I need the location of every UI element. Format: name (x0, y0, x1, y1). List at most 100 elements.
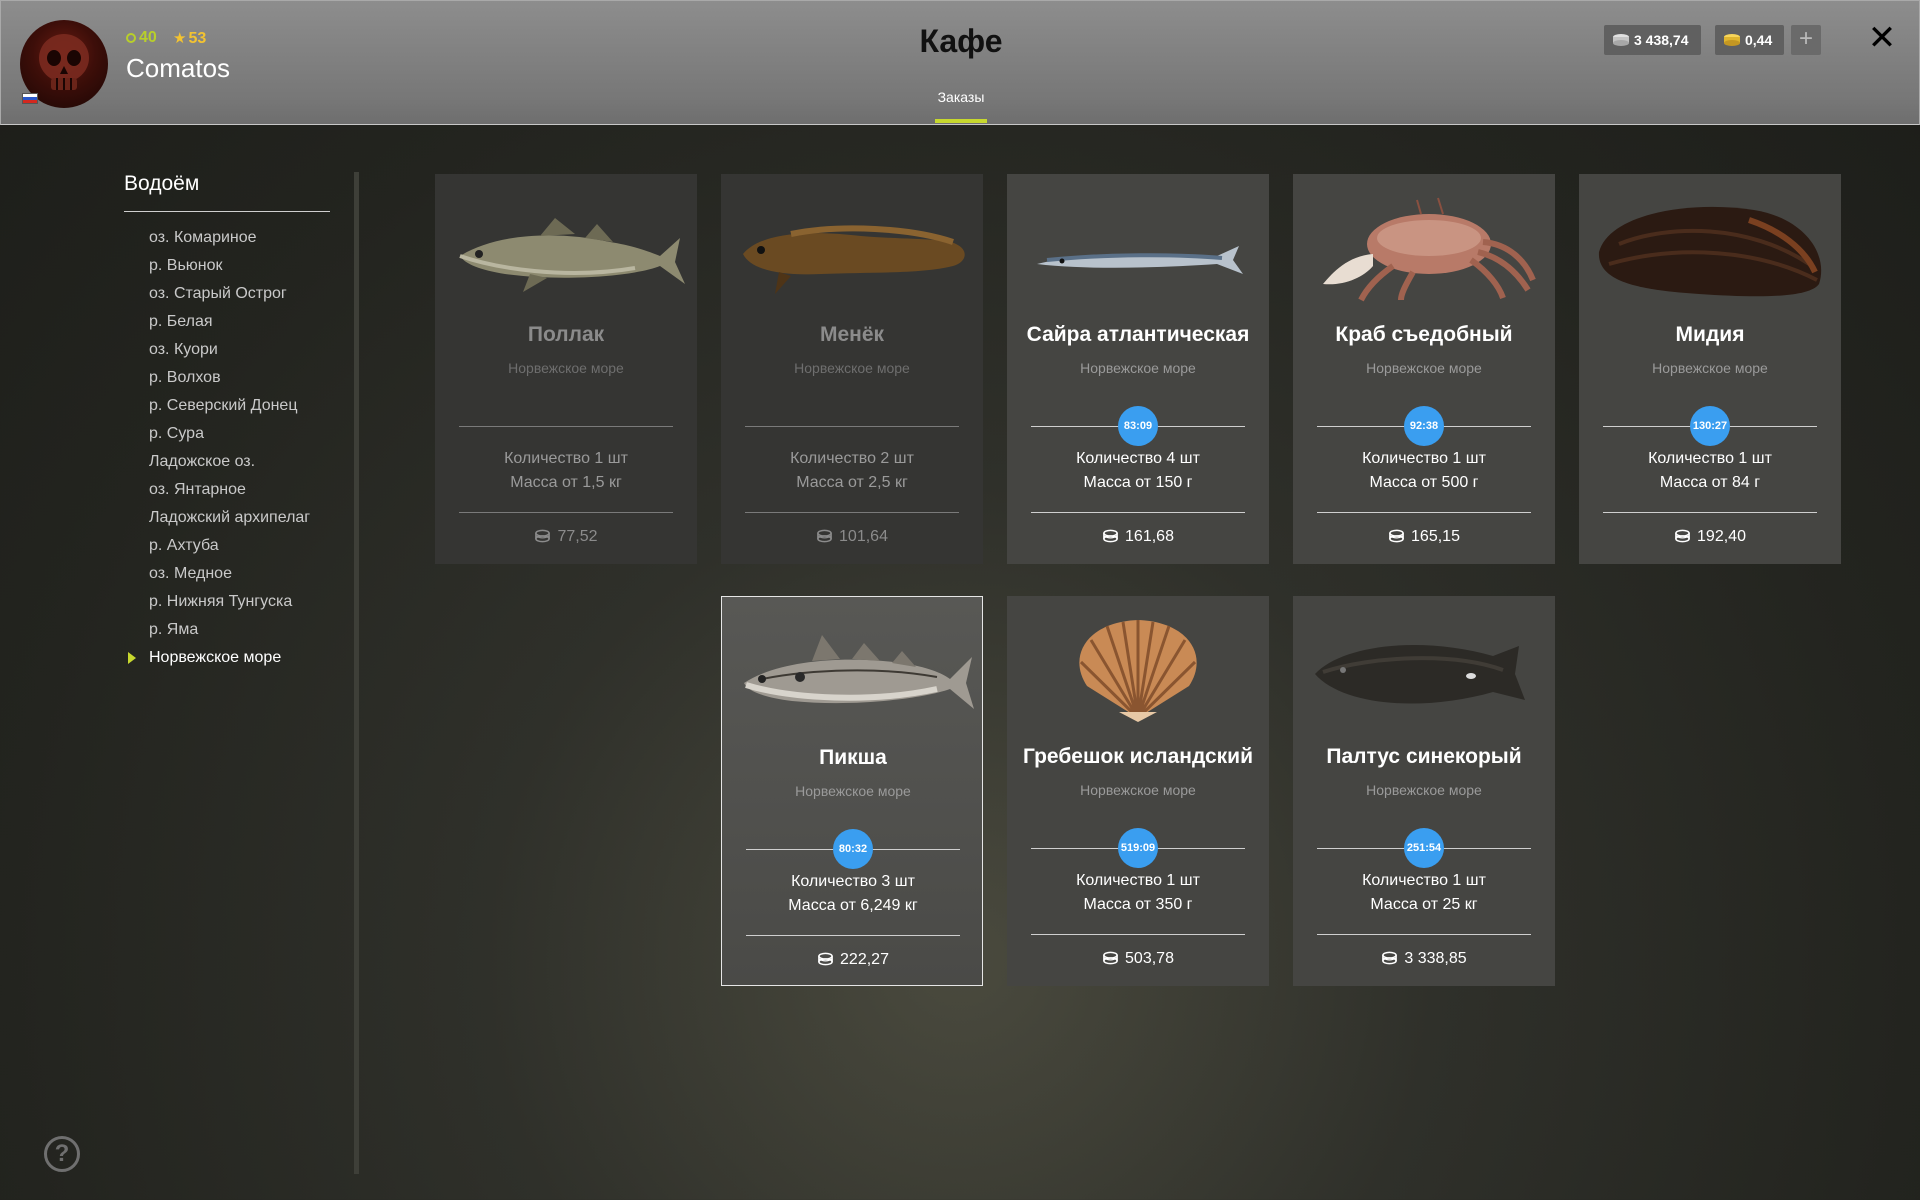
pollock-icon (435, 194, 697, 304)
card-divider-top (459, 426, 673, 427)
crab-icon (1293, 194, 1555, 304)
order-reward: 3 338,85 (1293, 950, 1555, 968)
card-divider-bottom (745, 512, 959, 513)
order-title: Пикша (819, 746, 887, 769)
order-card[interactable]: Краб съедобный Норвежское море 92:38 Количе… (1293, 174, 1555, 564)
close-button[interactable]: ✕ (1865, 21, 1899, 55)
sidebar-item-label: р. Белая (149, 313, 213, 330)
halibut-icon (1293, 616, 1555, 726)
order-card[interactable]: Сайра атлантическая Норвежское море 83:09 К… (1007, 174, 1269, 564)
sidebar-item[interactable]: р. Белая (124, 310, 334, 338)
tab-active-indicator (935, 119, 987, 123)
order-title: Палтус синекорый (1326, 745, 1522, 768)
order-card[interactable]: Палтус синекорый Норвежское море 251:54 Кол… (1293, 596, 1555, 986)
coin-icon (535, 529, 551, 543)
sidebar-item-label: оз. Комариное (149, 229, 257, 246)
order-reward: 101,64 (721, 528, 983, 546)
order-quantity: Количество 1 шт (1076, 872, 1200, 889)
russia-flag-icon (22, 93, 38, 104)
order-reward: 77,52 (435, 528, 697, 546)
order-quantity: Количество 1 шт (1648, 450, 1772, 467)
order-quantity: Количество 2 шт (790, 450, 914, 467)
tab-orders[interactable]: Заказы (935, 89, 987, 105)
add-currency-button[interactable]: + (1791, 25, 1821, 55)
waterbody-list: оз. Комариное р. Вьюнок оз. Старый Острог р… (124, 226, 334, 674)
reward-amount: 503,78 (1125, 950, 1174, 967)
silver-coin-icon (1613, 34, 1629, 46)
order-card[interactable]: Гребешок исландский Норвежское море 519:09… (1007, 596, 1269, 986)
order-reward: 503,78 (1007, 950, 1269, 968)
order-mass: Масса от 150 г (1083, 474, 1193, 491)
order-quantity: Количество 1 шт (1362, 872, 1486, 889)
sidebar-title: Водоём (124, 172, 200, 195)
sidebar-item[interactable]: Норвежское море (124, 646, 334, 674)
sidebar-item[interactable]: р. Вьюнок (124, 254, 334, 282)
order-location: Норвежское море (1652, 360, 1768, 376)
order-title: Гребешок исландский (1022, 745, 1253, 768)
coin-icon (1382, 951, 1398, 965)
card-divider-bottom (1317, 934, 1531, 935)
sidebar-item-label: оз. Старый Острог (149, 285, 287, 302)
saury-icon (1007, 194, 1269, 304)
silver-balance: 3 438,74 (1604, 25, 1701, 55)
sidebar-item-label: р. Яма (149, 621, 199, 638)
sidebar-item[interactable]: р. Волхов (124, 366, 334, 394)
sidebar-item[interactable]: р. Яма (124, 618, 334, 646)
order-quantity: Количество 3 шт (791, 873, 915, 890)
haddock-icon (722, 617, 984, 727)
silver-amount: 3 438,74 (1634, 32, 1689, 48)
sidebar-item[interactable]: Ладожский архипелаг (124, 506, 334, 534)
reward-amount: 165,15 (1411, 528, 1460, 545)
selected-arrow-icon (128, 652, 136, 664)
order-timer: 92:38 (1404, 406, 1444, 446)
sidebar-item[interactable]: р. Нижняя Тунгуска (124, 590, 334, 618)
sidebar-item-label: оз. Медное (149, 565, 232, 582)
sidebar-item-label: Ладожское оз. (149, 453, 256, 470)
sidebar-divider-line (124, 211, 330, 212)
help-button[interactable]: ? (44, 1136, 80, 1172)
scallop-icon (1007, 616, 1269, 726)
card-divider-top (745, 426, 959, 427)
sidebar-item[interactable]: оз. Медное (124, 562, 334, 590)
sidebar-item[interactable]: р. Ахтуба (124, 534, 334, 562)
sidebar-item[interactable]: оз. Янтарное (124, 478, 334, 506)
order-card[interactable]: Пикша Норвежское море 80:32 Количество 3 шт… (721, 596, 983, 986)
sidebar-item[interactable]: оз. Комариное (124, 226, 334, 254)
order-location: Норвежское море (1366, 360, 1482, 376)
order-title: Менёк (819, 323, 885, 346)
gold-amount: 0,44 (1745, 32, 1773, 48)
order-card[interactable]: Поллак Норвежское море Количество 1 шт Масс… (435, 174, 697, 564)
order-timer: 80:32 (833, 829, 873, 869)
top-bar: 40 ★ 53 Comatos Кафе Заказы 3 438,74 0,44… (0, 0, 1920, 125)
sidebar-item-label: р. Сура (149, 425, 204, 442)
order-card[interactable]: Менёк Норвежское море Количество 2 шт Масса… (721, 174, 983, 564)
question-icon: ? (54, 1140, 70, 1167)
mussel-icon (1579, 194, 1841, 304)
sidebar-item[interactable]: оз. Куори (124, 338, 334, 366)
sidebar-scrollbar[interactable] (354, 172, 359, 1174)
sidebar-item[interactable]: р. Северский Донец (124, 394, 334, 422)
coin-icon (1675, 529, 1690, 543)
order-card[interactable]: Мидия Норвежское море 130:27 Количество 1 ш… (1579, 174, 1841, 564)
card-divider-bottom (1603, 512, 1817, 513)
order-reward: 165,15 (1293, 528, 1555, 546)
order-title: Мидия (1675, 323, 1745, 346)
order-timer: 130:27 (1690, 406, 1730, 446)
order-location: Норвежское море (794, 360, 910, 376)
order-quantity: Количество 1 шт (1362, 450, 1486, 467)
gold-balance: 0,44 (1715, 25, 1784, 55)
sidebar-item-label: оз. Янтарное (149, 481, 246, 498)
sidebar-item-label: Норвежское море (149, 649, 282, 666)
sidebar-item[interactable]: оз. Старый Острог (124, 282, 334, 310)
order-title: Поллак (527, 323, 605, 346)
tusk-fish-icon (721, 194, 983, 304)
sidebar-item[interactable]: р. Сура (124, 422, 334, 450)
sidebar-item-label: р. Нижняя Тунгуска (149, 593, 293, 610)
order-mass: Масса от 84 г (1659, 474, 1761, 491)
gold-coin-icon (1724, 34, 1740, 46)
order-mass: Масса от 500 г (1369, 474, 1479, 491)
sidebar-item[interactable]: Ладожское оз. (124, 450, 334, 478)
coin-icon (1103, 529, 1118, 543)
order-location: Норвежское море (1080, 782, 1196, 798)
sidebar-item-label: р. Северский Донец (149, 397, 298, 414)
